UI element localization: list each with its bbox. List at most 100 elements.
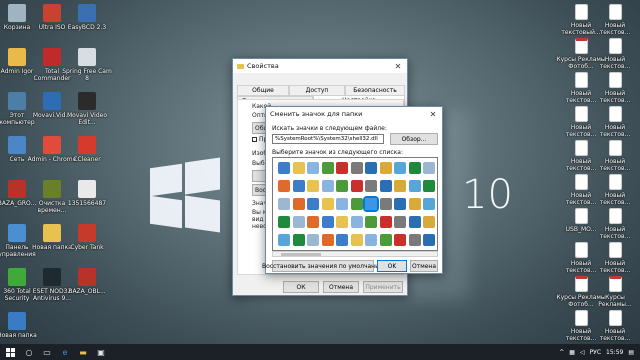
icon-choice[interactable] — [278, 180, 290, 192]
network-icon[interactable]: ▦ — [569, 349, 575, 356]
icon-choice[interactable] — [363, 196, 379, 212]
ok-button[interactable]: OK — [377, 260, 407, 272]
icon-choice[interactable] — [278, 216, 290, 228]
apply-button[interactable]: Применить — [363, 281, 403, 293]
desktop-icon[interactable]: BAZA_OBL... — [62, 268, 112, 295]
icon-choice[interactable] — [350, 180, 363, 192]
desktop-icon[interactable]: Новый текстов... — [590, 140, 640, 172]
icon-choice[interactable] — [336, 216, 348, 228]
icon-choice[interactable] — [307, 216, 319, 228]
icon-choice[interactable] — [292, 216, 305, 228]
icon-choice[interactable] — [365, 234, 377, 246]
desktop-icon[interactable]: 1351566487 — [62, 180, 112, 207]
icon-choice[interactable] — [379, 198, 392, 210]
desktop-icon[interactable]: Movavi Video Edit... — [62, 92, 112, 126]
desktop-icon[interactable]: Новый текстов... — [590, 242, 640, 274]
volume-icon[interactable]: ◁ — [580, 349, 585, 356]
icon-choice[interactable] — [379, 234, 392, 246]
icon-choice[interactable] — [365, 216, 377, 228]
file-explorer-icon[interactable]: ▬ — [74, 344, 92, 360]
desktop-icon[interactable]: Новая папка — [0, 312, 42, 339]
icon-choice[interactable] — [350, 198, 363, 210]
desktop-icon[interactable]: Курсы Рекламы... — [590, 276, 640, 308]
task-view-icon[interactable]: ▭ — [38, 344, 56, 360]
tab-general[interactable]: Общие — [237, 85, 289, 96]
icon-choice[interactable] — [336, 198, 348, 210]
scrollbar-thumb[interactable] — [281, 253, 321, 256]
icon-choice[interactable] — [307, 162, 319, 174]
desktop-icon[interactable]: Новый текстов... — [590, 310, 640, 342]
icon-choice[interactable] — [423, 216, 435, 228]
icon-choice[interactable] — [408, 162, 421, 174]
restore-defaults-button[interactable]: Восстановить значения по умолчанию — [262, 260, 384, 272]
icon-choice[interactable] — [394, 234, 406, 246]
desktop-icon[interactable]: CCleaner — [62, 136, 112, 163]
icon-choice[interactable] — [379, 162, 392, 174]
icon-list-scrollbar[interactable] — [272, 251, 438, 257]
icon-choice[interactable] — [307, 234, 319, 246]
search-icon[interactable]: ○ — [20, 344, 38, 360]
edge-icon[interactable]: e — [56, 344, 74, 360]
cancel-button[interactable]: Отмена — [323, 281, 359, 293]
icon-choice[interactable] — [292, 180, 305, 192]
icon-choice[interactable] — [408, 198, 421, 210]
icon-choice[interactable] — [423, 180, 435, 192]
icon-choice[interactable] — [321, 162, 334, 174]
icon-choice[interactable] — [336, 234, 348, 246]
icon-list[interactable] — [272, 157, 438, 251]
icon-choice[interactable] — [365, 180, 377, 192]
icon-choice[interactable] — [408, 234, 421, 246]
icon-choice[interactable] — [379, 216, 392, 228]
icon-choice[interactable] — [321, 216, 334, 228]
icon-choice[interactable] — [336, 162, 348, 174]
icon-choice[interactable] — [394, 162, 406, 174]
desktop-icon[interactable]: Новый текстов... — [590, 4, 640, 36]
icon-choice[interactable] — [307, 198, 319, 210]
notifications-icon[interactable]: ▤ — [628, 349, 634, 356]
properties-titlebar[interactable]: Свойства ✕ — [233, 59, 407, 73]
icon-choice[interactable] — [423, 234, 435, 246]
desktop-icon[interactable]: Новый текстов... — [590, 106, 640, 138]
icon-choice[interactable] — [350, 234, 363, 246]
cancel-button[interactable]: Отмена — [410, 260, 438, 272]
file-path-input[interactable]: %SystemRoot%\System32\shell32.dll — [272, 134, 384, 144]
start-button[interactable] — [0, 347, 20, 357]
icon-choice[interactable] — [350, 162, 363, 174]
choose-file-button[interactable] — [252, 170, 266, 182]
icon-choice[interactable] — [278, 198, 290, 210]
desktop-icon[interactable]: Новый текстов... — [590, 208, 640, 240]
desktop-icon[interactable]: EasyBCD 2.3 — [62, 4, 112, 31]
icon-choice[interactable] — [394, 216, 406, 228]
chevron-up-icon[interactable]: ^ — [559, 349, 564, 356]
icon-choice[interactable] — [292, 234, 305, 246]
icon-choice[interactable] — [350, 216, 363, 228]
desktop-icon[interactable]: Новый текстов... — [590, 174, 640, 206]
change-icon-titlebar[interactable]: Сменить значок для папки ✕ — [266, 107, 442, 121]
icon-choice[interactable] — [423, 162, 435, 174]
desktop-icon[interactable]: Новый текстов... — [590, 38, 640, 70]
icon-choice[interactable] — [278, 162, 290, 174]
icon-choice[interactable] — [307, 180, 319, 192]
icon-choice[interactable] — [423, 198, 435, 210]
desktop-icon[interactable]: Spring Free Cam 8 — [62, 48, 112, 82]
desktop-icon[interactable]: Новый текстов... — [590, 72, 640, 104]
icon-choice[interactable] — [379, 180, 392, 192]
store-icon[interactable]: ▣ — [92, 344, 110, 360]
ok-button[interactable]: ОК — [283, 281, 319, 293]
close-icon[interactable]: ✕ — [389, 62, 407, 71]
language-indicator[interactable]: РУС — [590, 349, 601, 356]
close-icon[interactable]: ✕ — [424, 110, 442, 119]
icon-choice[interactable] — [336, 180, 348, 192]
icon-choice[interactable] — [408, 180, 421, 192]
clock[interactable]: 15:59 — [606, 349, 623, 356]
icon-choice[interactable] — [394, 180, 406, 192]
desktop-icon[interactable]: Cyber Tank — [62, 224, 112, 251]
icon-choice[interactable] — [365, 162, 377, 174]
icon-choice[interactable] — [321, 180, 334, 192]
icon-choice[interactable] — [394, 198, 406, 210]
icon-choice[interactable] — [292, 198, 305, 210]
icon-choice[interactable] — [292, 162, 305, 174]
icon-choice[interactable] — [278, 234, 290, 246]
icon-choice[interactable] — [321, 198, 334, 210]
browse-button[interactable]: Обзор... — [390, 133, 438, 145]
